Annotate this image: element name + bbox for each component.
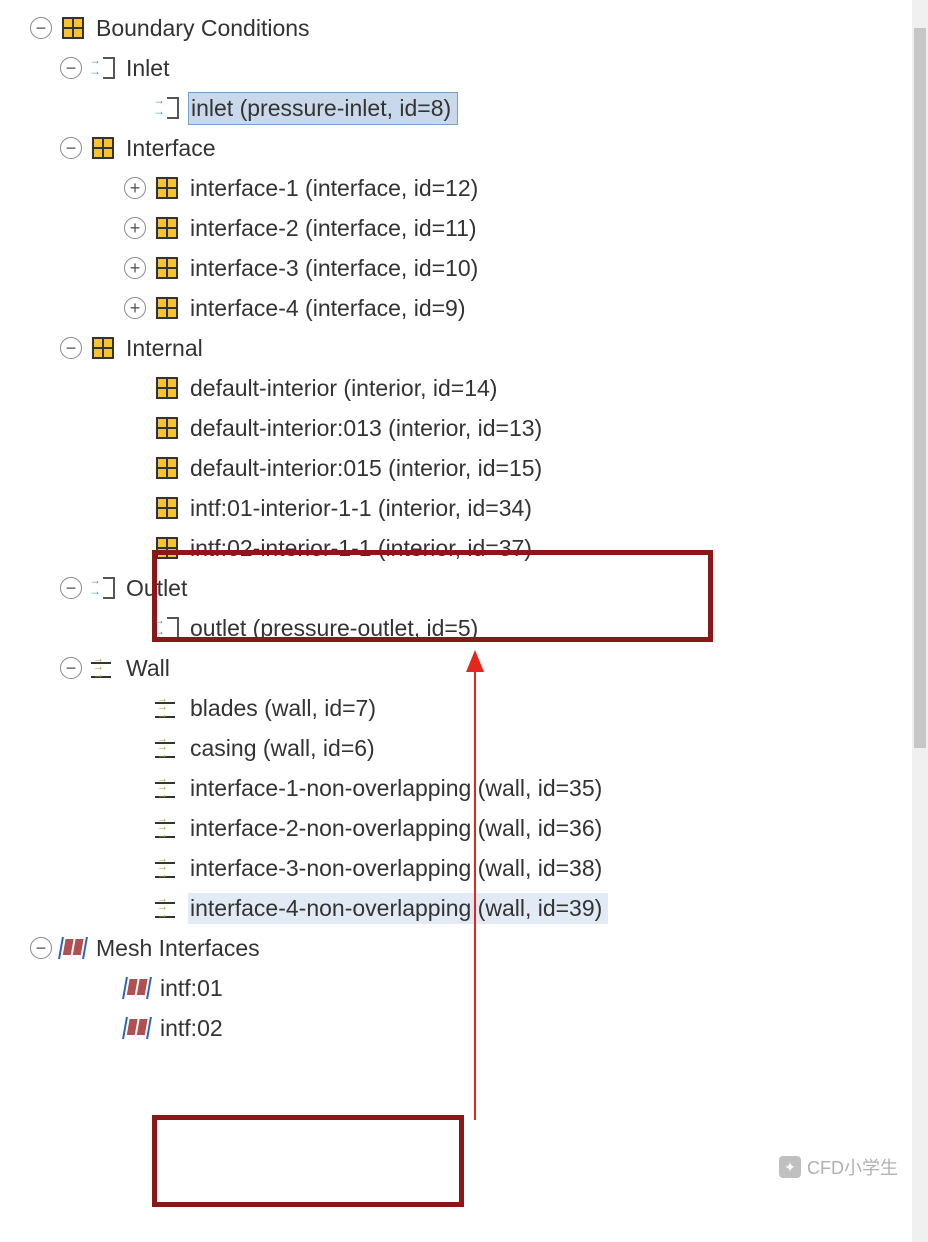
- wall-icon: [90, 655, 116, 681]
- node-label: interface-3 (interface, id=10): [188, 253, 484, 284]
- node-label: outlet (pressure-outlet, id=5): [188, 613, 484, 644]
- tree-item-interface-3[interactable]: + interface-3 (interface, id=10): [0, 248, 928, 288]
- highlight-box-mesh: [152, 1115, 464, 1207]
- tree-node-internal[interactable]: − Internal: [0, 328, 928, 368]
- mesh-interface-icon: [124, 1015, 150, 1041]
- node-label: Boundary Conditions: [94, 13, 316, 44]
- wall-icon: [154, 695, 180, 721]
- tree-item-inlet[interactable]: inlet (pressure-inlet, id=8): [0, 88, 928, 128]
- tree-node-wall[interactable]: − Wall: [0, 648, 928, 688]
- tree-item-internal-0[interactable]: default-interior (interior, id=14): [0, 368, 928, 408]
- collapse-icon[interactable]: −: [30, 17, 52, 39]
- node-label: intf:01: [158, 973, 229, 1004]
- collapse-icon[interactable]: −: [60, 657, 82, 679]
- node-label: intf:01-interior-1-1 (interior, id=34): [188, 493, 538, 524]
- collapse-icon[interactable]: −: [60, 137, 82, 159]
- node-label: interface-2-non-overlapping (wall, id=36…: [188, 813, 608, 844]
- grid-icon: [154, 175, 180, 201]
- node-label: interface-4 (interface, id=9): [188, 293, 472, 324]
- wall-icon: [154, 775, 180, 801]
- node-label: Interface: [124, 133, 222, 164]
- watermark: ✦ CFD小学生: [779, 1154, 898, 1180]
- grid-icon: [154, 255, 180, 281]
- grid-icon: [154, 495, 180, 521]
- expand-icon[interactable]: +: [124, 217, 146, 239]
- tree-item-wall-5[interactable]: interface-4-non-overlapping (wall, id=39…: [0, 888, 928, 928]
- node-label: blades (wall, id=7): [188, 693, 382, 724]
- flow-icon: [90, 55, 116, 81]
- expand-icon[interactable]: +: [124, 177, 146, 199]
- node-label: interface-1 (interface, id=12): [188, 173, 484, 204]
- tree-item-internal-3[interactable]: intf:01-interior-1-1 (interior, id=34): [0, 488, 928, 528]
- flow-icon: [154, 615, 180, 641]
- flow-icon: [90, 575, 116, 601]
- node-label: default-interior:015 (interior, id=15): [188, 453, 548, 484]
- node-label: casing (wall, id=6): [188, 733, 381, 764]
- tree-item-wall-4[interactable]: interface-3-non-overlapping (wall, id=38…: [0, 848, 928, 888]
- tree-item-wall-3[interactable]: interface-2-non-overlapping (wall, id=36…: [0, 808, 928, 848]
- grid-icon: [154, 415, 180, 441]
- mesh-interface-icon: [124, 975, 150, 1001]
- collapse-icon[interactable]: −: [30, 937, 52, 959]
- grid-icon: [154, 535, 180, 561]
- node-label: Inlet: [124, 53, 175, 84]
- tree-item-wall-2[interactable]: interface-1-non-overlapping (wall, id=35…: [0, 768, 928, 808]
- node-label: Wall: [124, 653, 176, 684]
- expand-icon[interactable]: +: [124, 257, 146, 279]
- tree-item-interface-4[interactable]: + interface-4 (interface, id=9): [0, 288, 928, 328]
- grid-icon: [90, 135, 116, 161]
- node-label: default-interior (interior, id=14): [188, 373, 503, 404]
- vertical-scrollbar[interactable]: [912, 0, 928, 1242]
- node-label: intf:02-interior-1-1 (interior, id=37): [188, 533, 538, 564]
- node-label: interface-3-non-overlapping (wall, id=38…: [188, 853, 608, 884]
- wall-icon: [154, 735, 180, 761]
- node-label: interface-1-non-overlapping (wall, id=35…: [188, 773, 608, 804]
- tree-node-mesh-interfaces[interactable]: − Mesh Interfaces: [0, 928, 928, 968]
- grid-icon: [154, 455, 180, 481]
- grid-icon: [154, 215, 180, 241]
- node-label: default-interior:013 (interior, id=13): [188, 413, 548, 444]
- node-label: interface-2 (interface, id=11): [188, 213, 483, 244]
- tree-item-interface-1[interactable]: + interface-1 (interface, id=12): [0, 168, 928, 208]
- collapse-icon[interactable]: −: [60, 337, 82, 359]
- expand-icon[interactable]: +: [124, 297, 146, 319]
- tree-view: − Boundary Conditions − Inlet inlet (pre…: [0, 0, 928, 1048]
- node-label: interface-4-non-overlapping (wall, id=39…: [188, 893, 608, 924]
- tree-item-interface-2[interactable]: + interface-2 (interface, id=11): [0, 208, 928, 248]
- scrollbar-thumb[interactable]: [914, 28, 926, 748]
- tree-item-internal-2[interactable]: default-interior:015 (interior, id=15): [0, 448, 928, 488]
- tree-node-outlet[interactable]: − Outlet: [0, 568, 928, 608]
- collapse-icon[interactable]: −: [60, 57, 82, 79]
- collapse-icon[interactable]: −: [60, 577, 82, 599]
- node-label: Mesh Interfaces: [94, 933, 266, 964]
- flow-icon: [154, 95, 180, 121]
- tree-node-interface[interactable]: − Interface: [0, 128, 928, 168]
- wall-icon: [154, 815, 180, 841]
- tree-item-mesh-1[interactable]: intf:02: [0, 1008, 928, 1048]
- mesh-interface-icon: [60, 935, 86, 961]
- tree-item-internal-4[interactable]: intf:02-interior-1-1 (interior, id=37): [0, 528, 928, 568]
- tree-node-boundary-conditions[interactable]: − Boundary Conditions: [0, 8, 928, 48]
- node-label: Internal: [124, 333, 209, 364]
- wall-icon: [154, 895, 180, 921]
- watermark-text: CFD小学生: [807, 1154, 898, 1180]
- grid-icon: [154, 295, 180, 321]
- node-label: inlet (pressure-inlet, id=8): [188, 92, 458, 125]
- tree-node-inlet[interactable]: − Inlet: [0, 48, 928, 88]
- tree-item-wall-0[interactable]: blades (wall, id=7): [0, 688, 928, 728]
- tree-item-wall-1[interactable]: casing (wall, id=6): [0, 728, 928, 768]
- tree-item-outlet[interactable]: outlet (pressure-outlet, id=5): [0, 608, 928, 648]
- grid-icon: [60, 15, 86, 41]
- tree-item-mesh-0[interactable]: intf:01: [0, 968, 928, 1008]
- grid-icon: [90, 335, 116, 361]
- node-label: intf:02: [158, 1013, 229, 1044]
- node-label: Outlet: [124, 573, 193, 604]
- tree-item-internal-1[interactable]: default-interior:013 (interior, id=13): [0, 408, 928, 448]
- wechat-icon: ✦: [779, 1156, 801, 1178]
- wall-icon: [154, 855, 180, 881]
- grid-icon: [154, 375, 180, 401]
